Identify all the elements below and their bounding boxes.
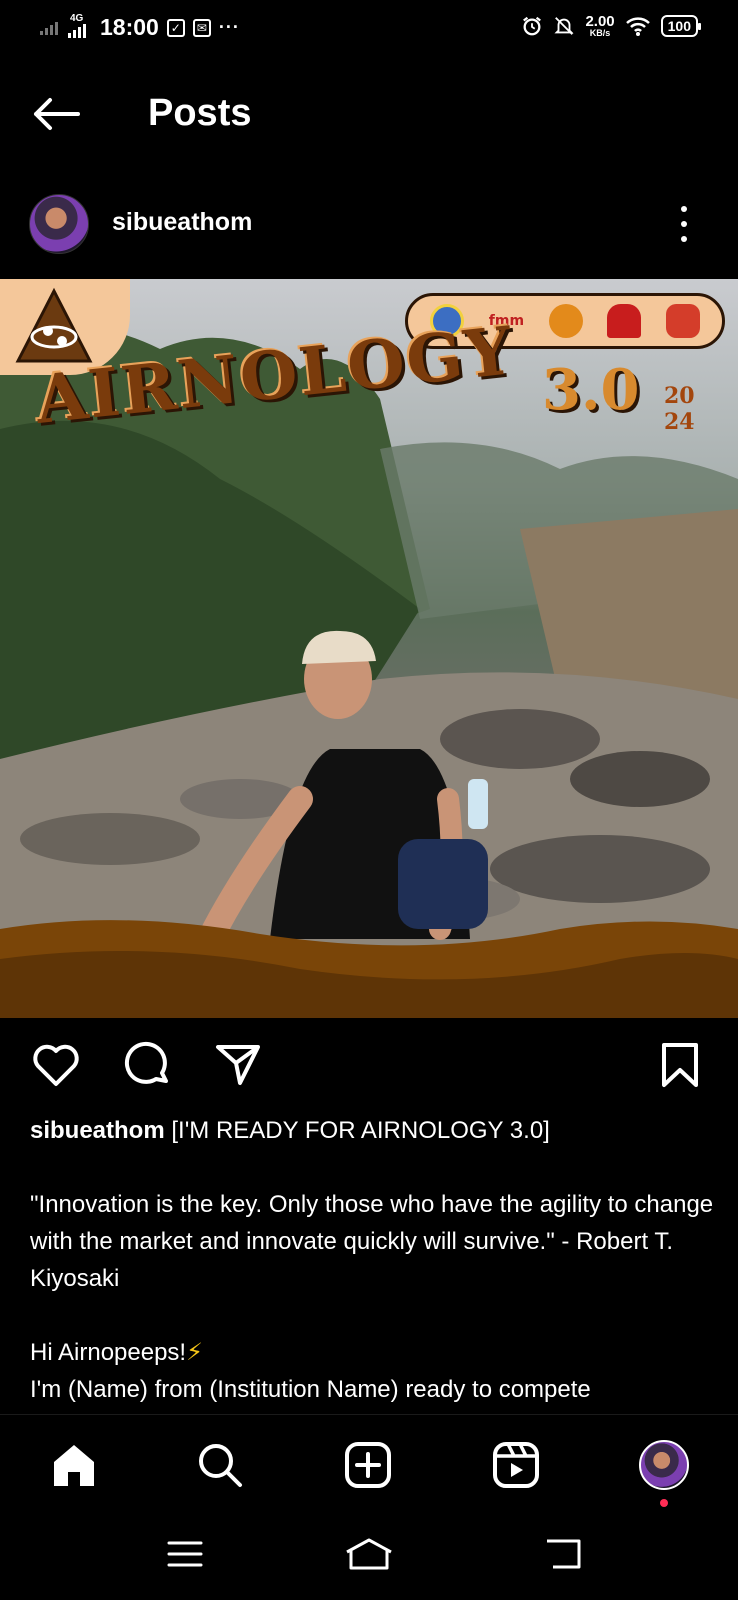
caption-line: I'm (Name) from (Institution Name) ready… xyxy=(30,1376,591,1403)
comment-icon xyxy=(124,1041,168,1084)
system-nav xyxy=(0,1514,738,1600)
avatar[interactable] xyxy=(29,194,89,254)
sponsor-logo-icon xyxy=(548,304,583,338)
status-left: 4G 18:00 ✓ ✉ ··· xyxy=(40,12,240,41)
shield-check-icon: ✓ xyxy=(166,18,185,37)
event-year: 20 24 xyxy=(664,383,695,435)
nav-create[interactable] xyxy=(340,1437,396,1493)
create-icon xyxy=(345,1442,391,1488)
flame-logo-icon xyxy=(607,304,642,338)
post-caption: sibueathom [I'M READY FOR AIRNOLOGY 3.0]… xyxy=(30,1112,720,1408)
network-label: 4G xyxy=(70,12,84,24)
caption-username[interactable]: sibueathom xyxy=(30,1117,165,1144)
signal-icon xyxy=(40,21,58,35)
event-logo-icon xyxy=(15,287,93,363)
mute-icon xyxy=(554,17,574,35)
battery-icon: 100 xyxy=(660,15,702,37)
bookmark-icon xyxy=(662,1043,698,1087)
event-version: 3.0 xyxy=(542,357,640,423)
network-speed: 2.00 KB/s xyxy=(585,13,615,38)
search-icon xyxy=(199,1444,242,1487)
like-button[interactable] xyxy=(30,1040,82,1090)
status-right: 2.00 KB/s 100 xyxy=(521,13,702,38)
post-username[interactable]: sibueathom xyxy=(112,208,252,237)
caption-quote: "Innovation is the key. Only those who h… xyxy=(30,1191,714,1292)
heart-icon xyxy=(33,1044,79,1086)
nav-home[interactable] xyxy=(46,1437,102,1493)
menu-icon xyxy=(167,1541,203,1567)
back-button[interactable] xyxy=(32,94,82,134)
reels-icon xyxy=(493,1442,539,1488)
share-button[interactable] xyxy=(212,1040,264,1090)
lightning-icon: ⚡ xyxy=(186,1339,203,1366)
caption-headline: [I'M READY FOR AIRNOLOGY 3.0] xyxy=(171,1117,550,1144)
system-home-button[interactable] xyxy=(341,1532,397,1576)
post-actions xyxy=(0,1040,738,1090)
system-back-button[interactable] xyxy=(535,1532,591,1576)
status-bar: 4G 18:00 ✓ ✉ ··· 2.00 KB/s 100 xyxy=(0,0,738,58)
post-header: sibueathom xyxy=(0,194,738,260)
share-icon xyxy=(216,1045,260,1085)
profile-avatar xyxy=(639,1440,689,1490)
page-title: Posts xyxy=(148,92,252,134)
home-icon xyxy=(54,1445,94,1486)
status-time: 18:00 xyxy=(100,14,159,40)
mail-icon: ✉ xyxy=(192,18,211,37)
nav-reels[interactable] xyxy=(488,1437,544,1493)
system-menu-button[interactable] xyxy=(157,1532,213,1576)
bookmark-button[interactable] xyxy=(654,1040,706,1090)
brand-logo-icon xyxy=(665,304,700,338)
more-vertical-icon[interactable] xyxy=(676,206,692,242)
nav-search[interactable] xyxy=(192,1437,248,1493)
wifi-icon xyxy=(625,17,650,36)
app-header: Posts xyxy=(0,80,738,150)
back-icon xyxy=(547,1539,581,1569)
nav-profile[interactable] xyxy=(636,1437,692,1493)
caption-greeting: Hi Airnopeeps! xyxy=(30,1339,187,1366)
network-4g-icon: 4G xyxy=(66,12,92,41)
bottom-nav xyxy=(0,1414,738,1514)
comment-button[interactable] xyxy=(122,1040,174,1090)
arrow-left-icon xyxy=(34,98,80,130)
more-notifications-icon: ··· xyxy=(218,17,240,37)
post-image[interactable]: fmm AIRNOLOGY 3.0 20 24 xyxy=(0,279,738,1018)
notification-dot xyxy=(660,1499,668,1507)
alarm-icon xyxy=(523,16,542,36)
home-outline-icon xyxy=(346,1538,392,1570)
